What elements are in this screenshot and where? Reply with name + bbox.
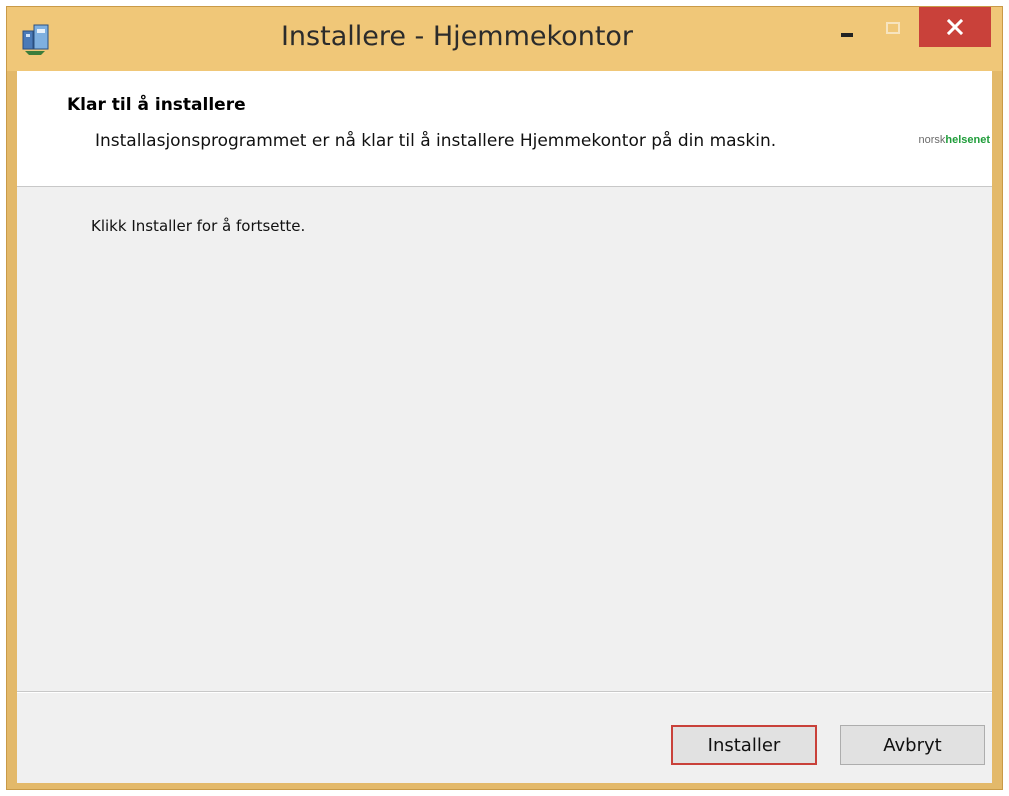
- installer-body: Klar til å installere Installasjonsprogr…: [17, 71, 992, 783]
- cancel-button[interactable]: Avbryt: [840, 725, 985, 765]
- step-header: Klar til å installere Installasjonsprogr…: [17, 71, 992, 187]
- minimize-button[interactable]: [829, 13, 865, 43]
- logo-part-helsenet: helsenet: [945, 134, 990, 146]
- maximize-button[interactable]: [875, 13, 911, 43]
- instruction-text: Klikk Installer for å fortsette.: [91, 217, 306, 235]
- close-button[interactable]: [919, 7, 991, 47]
- minimize-icon: [841, 33, 853, 37]
- norsk-helsenett-logo: norskhelsenet: [918, 134, 990, 146]
- step-title: Klar til å installere: [67, 95, 246, 115]
- step-subtitle: Installasjonsprogrammet er nå klar til å…: [95, 131, 777, 151]
- logo-part-norsk: norsk: [918, 134, 946, 146]
- installer-window: Installere - Hjemmekontor Klar til å ins…: [6, 6, 1003, 790]
- maximize-icon: [886, 22, 900, 34]
- install-button[interactable]: Installer: [671, 725, 817, 765]
- title-bar[interactable]: Installere - Hjemmekontor: [7, 7, 1002, 71]
- footer-divider-highlight: [17, 692, 992, 693]
- window-title: Installere - Hjemmekontor: [280, 21, 634, 52]
- close-icon: [947, 19, 963, 35]
